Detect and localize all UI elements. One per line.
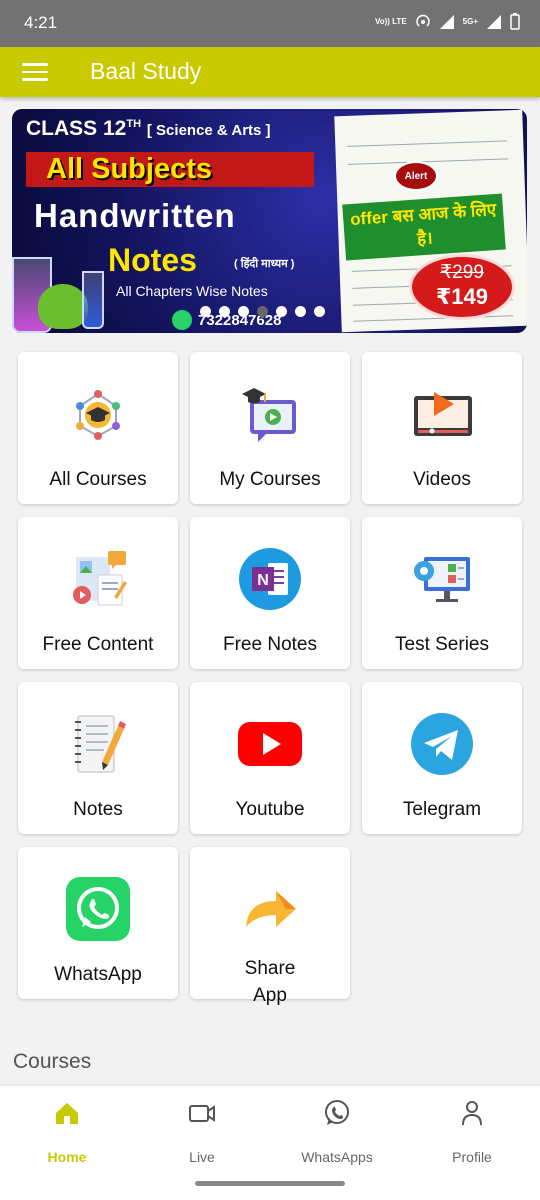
price-badge: ₹299 ₹149 [412,257,512,317]
flask-liquid-illustration [38,284,88,329]
status-icons: Vo)) LTE 5G+ [375,13,520,30]
nav-home[interactable]: Home [7,1098,127,1165]
carousel-dots [200,306,325,317]
alert-badge: Alert [394,161,438,191]
tile-free-content[interactable]: Free Content [18,517,178,669]
menu-icon[interactable] [22,63,48,81]
whatsapp-icon [325,1100,349,1125]
banner-headline-2: Handwritten [34,197,236,234]
nav-label: Home [47,1149,87,1165]
tile-test-series[interactable]: Test Series [362,517,522,669]
banner-chapters: All Chapters Wise Notes [116,283,268,299]
nav-label: WhatsApps [301,1149,373,1165]
test-tube-illustration [82,271,104,329]
status-bar: 4:21 Vo)) LTE 5G+ [0,0,540,47]
tile-whatsapp[interactable]: WhatsApp [18,847,178,999]
carousel-dot[interactable] [238,306,249,317]
tile-all-courses[interactable]: All Courses [18,352,178,504]
nav-profile[interactable]: Profile [412,1098,532,1165]
tile-notes[interactable]: Notes [18,682,178,834]
hotspot-icon [415,14,430,27]
app-bar: Baal Study [0,47,540,97]
signal-icon [439,14,454,29]
youtube-icon [238,722,302,766]
whatsapp-icon [172,310,192,330]
tile-label: My Courses [219,469,321,490]
signal-icon-2 [487,14,501,29]
battery-icon [510,13,520,30]
network-type: 5G+ [462,16,478,26]
tile-share-app[interactable]: Share App [190,847,350,1006]
tile-label: Videos [413,469,471,490]
old-price: ₹299 [440,262,484,283]
tile-label: Test Series [395,634,489,655]
tile-label: Telegram [402,799,482,820]
carousel-dot[interactable] [257,306,268,317]
svg-text:N: N [257,572,269,589]
share-arrow-icon [246,891,296,927]
promo-banner[interactable]: CLASS 12TH [ Science & Arts ] All Subjec… [12,109,527,333]
tile-videos[interactable]: Videos [362,352,522,504]
new-price: ₹149 [435,284,488,309]
tile-label: WhatsApp [54,964,142,985]
offer-label: offer बस आज के लिए है। [342,193,506,261]
video-player-icon [414,392,472,436]
nav-live[interactable]: Live [142,1098,262,1165]
courses-section-title: Courses [13,1050,92,1073]
banner-class: CLASS 12TH [ Science & Arts ] [26,117,271,140]
carousel-dot[interactable] [314,306,325,317]
app-title: Baal Study [90,58,202,84]
video-lesson-icon [242,388,296,442]
banner-headline-1: All Subjects [46,153,212,185]
nav-whatsapps[interactable]: WhatsApps [277,1098,397,1165]
monitor-test-icon [414,557,470,602]
nav-label: Profile [452,1149,492,1165]
tile-telegram[interactable]: Telegram [362,682,522,834]
tile-youtube[interactable]: Youtube [190,682,350,834]
telegram-icon [411,713,473,775]
carousel-dot[interactable] [276,306,287,317]
carousel-dot[interactable] [219,306,230,317]
whatsapp-icon [66,877,130,941]
onenote-icon: N [239,548,301,610]
tile-my-courses[interactable]: My Courses [190,352,350,504]
volte-indicator: Vo)) LTE [374,16,407,26]
tile-label: All Courses [49,469,147,490]
banner-medium: ( हिंदी माध्यम ) [234,258,295,270]
media-content-icon [73,551,127,606]
graduation-network-icon [76,390,120,440]
home-icon [56,1103,78,1124]
tile-label: Youtube [235,799,305,820]
notebook-pencil-icon [75,715,126,773]
banner-headline-3: Notes [108,242,197,278]
tile-label: Free Content [42,634,154,655]
tile-label: Notes [73,799,123,820]
carousel-dot[interactable] [200,306,211,317]
video-camera-icon [189,1105,215,1122]
status-time: 4:21 [24,13,58,32]
nav-label: Live [189,1149,215,1165]
tile-label: Share App [244,958,296,1006]
carousel-dot[interactable] [295,306,306,317]
tile-free-notes[interactable]: N Free Notes [190,517,350,669]
person-icon [462,1101,482,1126]
tile-label: Free Notes [223,634,317,655]
gesture-bar[interactable] [195,1181,345,1186]
